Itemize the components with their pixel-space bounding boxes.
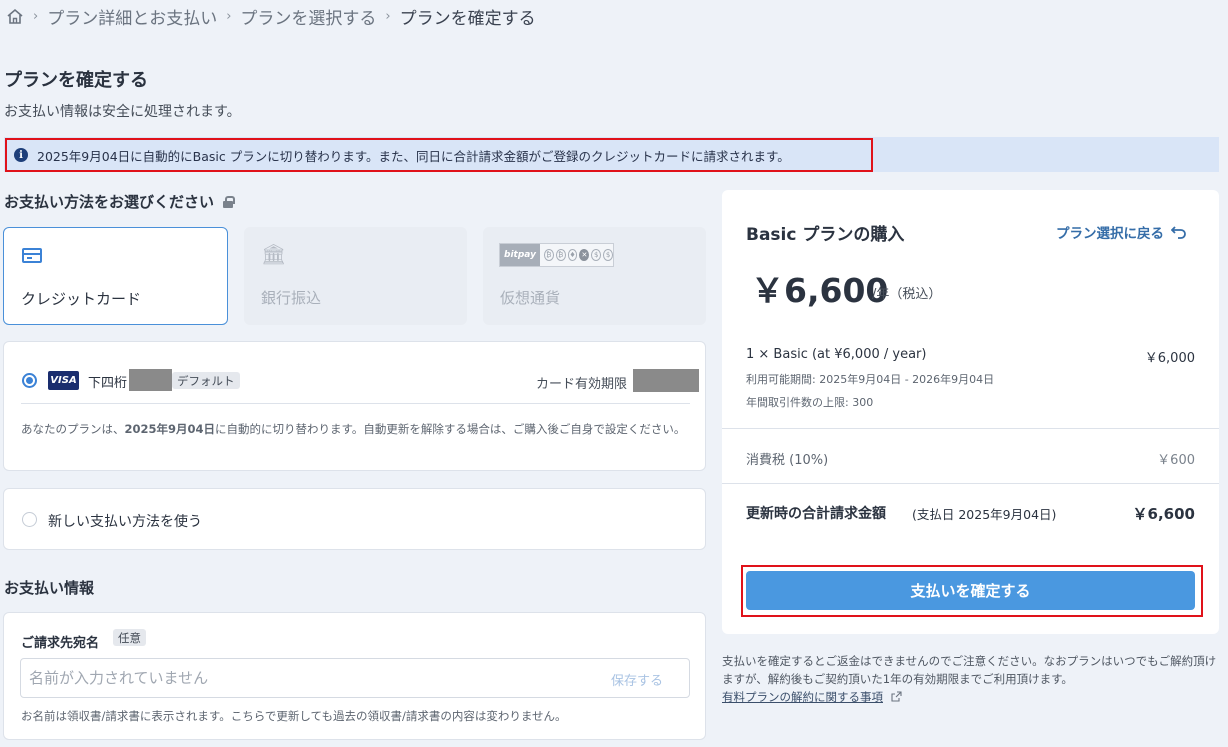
redacted-card-expiry bbox=[633, 369, 699, 392]
refund-notice-text: 支払いを確定するとご返金はできませんのでご注意ください。なおプランはいつでもご解… bbox=[722, 654, 1217, 686]
breadcrumb: › プラン詳細とお支払い › プランを選択する › プランを確定する bbox=[6, 4, 536, 29]
billing-name-panel: ご請求先宛名 任意 保存する お名前は領収書/請求書に表示されます。こちらで更新… bbox=[3, 612, 706, 740]
confirm-payment-button[interactable]: 支払いを確定する bbox=[746, 571, 1195, 610]
payment-option-bank-transfer[interactable]: 🏛 銀行振込 bbox=[244, 227, 467, 325]
coin-icon: ₿ bbox=[543, 249, 554, 261]
default-badge: デフォルト bbox=[172, 372, 240, 389]
summary-price: ￥6,600 bbox=[751, 271, 889, 310]
redacted-card-number bbox=[129, 369, 172, 391]
coin-icon: ₿ bbox=[555, 249, 566, 261]
payment-option-label: クレジットカード bbox=[21, 290, 142, 308]
info-banner-text: 2025年9月04日に自動的にBasic プランに切り替わります。また、同日に合… bbox=[37, 148, 790, 164]
line-item-period: 利用可能期間: 2025年9月04日 - 2026年9月04日 bbox=[746, 373, 995, 386]
refund-notice: 支払いを確定するとご返金はできませんのでご注意ください。なおプランはいつでもご解… bbox=[722, 652, 1218, 706]
tax-label: 消費税 (10%) bbox=[746, 453, 829, 468]
payment-option-credit-card[interactable]: クレジットカード bbox=[3, 227, 228, 325]
lock-icon bbox=[223, 195, 236, 208]
divider bbox=[722, 428, 1219, 429]
total-label: 更新時の合計請求金額 bbox=[746, 506, 886, 522]
total-payment-date: (支払日 2025年9月04日) bbox=[912, 507, 1057, 522]
divider bbox=[722, 483, 1219, 484]
info-icon: i bbox=[14, 148, 28, 162]
page-title: プランを確定する bbox=[4, 70, 148, 91]
breadcrumb-item-plan-details[interactable]: プラン詳細とお支払い bbox=[47, 4, 217, 29]
summary-price-unit: /年（税込） bbox=[872, 287, 942, 302]
optional-badge: 任意 bbox=[113, 629, 146, 646]
cancellation-terms-link[interactable]: 有料プランの解約に関する事項 bbox=[722, 690, 883, 704]
breadcrumb-separator: › bbox=[385, 8, 391, 24]
info-banner-message: i 2025年9月04日に自動的にBasic プランに切り替わります。また、同日… bbox=[5, 138, 873, 172]
breadcrumb-separator: › bbox=[226, 8, 232, 24]
external-link-icon bbox=[891, 691, 902, 702]
breadcrumb-separator: › bbox=[33, 8, 39, 24]
billing-name-input[interactable] bbox=[20, 658, 690, 698]
bank-icon: 🏛 bbox=[261, 242, 287, 266]
billing-name-label: ご請求先宛名 bbox=[21, 636, 100, 651]
payment-method-title: お支払い方法をお選びください bbox=[4, 193, 215, 211]
card-last4-label: 下四桁 bbox=[88, 376, 128, 391]
new-payment-method-option[interactable]: 新しい支払い方法を使う bbox=[3, 488, 706, 550]
saved-card-note: あなたのプランは、2025年9月04日に自動的に切り替わります。自動更新を解除す… bbox=[21, 422, 686, 436]
page-subtitle: お支払い情報は安全に処理されます。 bbox=[4, 104, 241, 120]
back-to-plan-selection-link[interactable]: プラン選択に戻る bbox=[1056, 222, 1187, 242]
coin-icon: ♦ bbox=[567, 249, 578, 261]
undo-arrow-icon bbox=[1171, 226, 1186, 239]
coin-icon: ✕ bbox=[579, 249, 590, 261]
home-icon[interactable] bbox=[6, 8, 24, 25]
visa-card-icon: VISA bbox=[48, 371, 79, 390]
tax-amount: ￥600 bbox=[1157, 453, 1195, 468]
payment-method-heading: お支払い方法をお選びください bbox=[4, 191, 236, 212]
card-expiry-label: カード有効期限 bbox=[536, 377, 628, 392]
total-amount: ￥6,600 bbox=[1132, 505, 1195, 523]
saved-card-radio[interactable] bbox=[22, 373, 37, 388]
coin-icon: $ bbox=[591, 249, 602, 261]
save-name-button[interactable]: 保存する bbox=[611, 670, 663, 689]
credit-card-icon bbox=[22, 248, 42, 263]
new-payment-method-label: 新しい支払い方法を使う bbox=[48, 514, 202, 530]
bitpay-logo: bitpay ₿ ₿ ♦ ✕ $ $ bbox=[499, 243, 614, 267]
bitpay-logo-text: bitpay bbox=[500, 244, 540, 266]
saved-card-panel: VISA 下四桁 デフォルト カード有効期限 あなたのプランは、2025年9月0… bbox=[3, 341, 706, 471]
billing-info-title: お支払い情報 bbox=[4, 579, 95, 597]
summary-title: Basic プランの購入 bbox=[746, 225, 905, 245]
payment-option-label: 銀行振込 bbox=[261, 289, 322, 307]
line-item-limit: 年間取引件数の上限: 300 bbox=[746, 396, 874, 409]
coin-icon: $ bbox=[603, 249, 613, 261]
payment-option-label: 仮想通貨 bbox=[500, 289, 561, 307]
payment-option-crypto[interactable]: bitpay ₿ ₿ ♦ ✕ $ $ 仮想通貨 bbox=[483, 227, 706, 325]
line-item-label: 1 × Basic (at ¥6,000 / year) bbox=[746, 347, 927, 362]
new-payment-method-radio[interactable] bbox=[22, 512, 37, 527]
billing-name-help-text: お名前は領収書/請求書に表示されます。こちらで更新しても過去の領収書/請求書の内… bbox=[21, 709, 567, 723]
back-link-label: プラン選択に戻る bbox=[1056, 226, 1164, 242]
breadcrumb-item-select-plan[interactable]: プランを選択する bbox=[240, 4, 376, 29]
line-item-amount: ￥6,000 bbox=[1144, 351, 1195, 366]
divider bbox=[21, 403, 690, 404]
breadcrumb-item-confirm-plan: プランを確定する bbox=[399, 8, 536, 29]
